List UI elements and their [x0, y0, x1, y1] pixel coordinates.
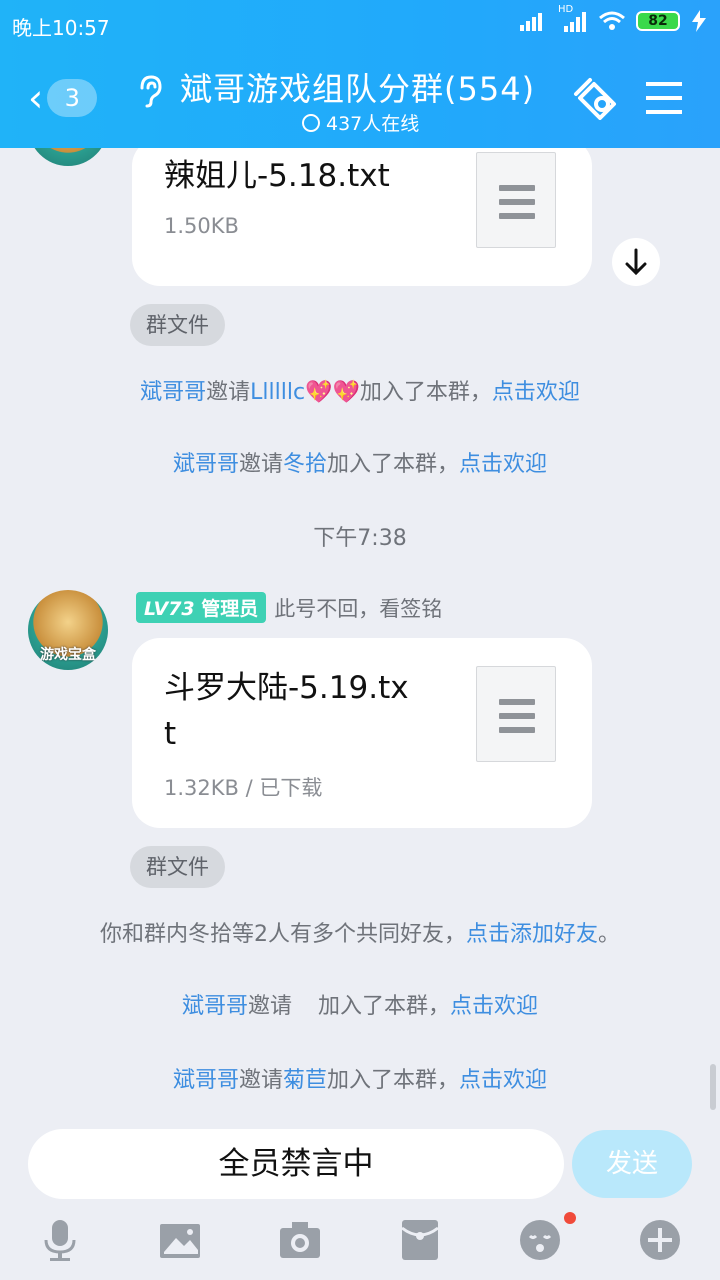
wifi-icon	[599, 11, 625, 30]
emoji-icon[interactable]	[518, 1218, 562, 1262]
input-bar: 全员禁言中 发送	[0, 1120, 720, 1210]
role-text: 管理员	[201, 598, 259, 620]
invitee-link[interactable]: Llllllc💖💖	[250, 380, 360, 405]
add-friend-link[interactable]: 点击添加好友	[466, 922, 598, 947]
back-button[interactable]: ‹ 3	[28, 74, 112, 122]
welcome-link[interactable]: 点击欢迎	[459, 1068, 547, 1093]
inviter-link[interactable]: 斌哥哥	[173, 1068, 239, 1093]
timestamp: 下午7:38	[313, 526, 407, 551]
download-button[interactable]	[612, 238, 660, 286]
microphone-icon[interactable]	[38, 1218, 82, 1262]
period: 。	[598, 922, 621, 947]
new-indicator-dot	[564, 1212, 576, 1224]
join-text: 加入了本群，	[327, 452, 460, 477]
invitee-link[interactable]: 菊苣	[283, 1068, 327, 1093]
welcome-link[interactable]: 点击欢迎	[459, 452, 547, 477]
file-message[interactable]: 辣姐儿-5.18.txt 1.50KB	[132, 148, 592, 286]
sender-info: LV73 管理员 此号不回，看签铭	[136, 592, 442, 623]
status-time: 晚上10:57	[12, 16, 110, 40]
inviter-link[interactable]: 斌哥哥	[140, 380, 206, 405]
inviter-link[interactable]: 斌哥哥	[182, 994, 248, 1019]
online-count: 437人在线	[302, 109, 419, 136]
system-message: 斌哥哥邀请冬拾加入了本群，点击欢迎	[0, 446, 720, 478]
system-message: 斌哥哥邀请 加入了本群，点击欢迎	[0, 988, 720, 1020]
online-count-text: 437人在线	[326, 113, 420, 135]
level-badge: LV73 管理员	[136, 592, 267, 623]
level-text: LV73	[144, 598, 195, 620]
hd-label: HD	[558, 4, 574, 15]
group-title[interactable]: 斌哥游戏组队分群(554)	[180, 64, 535, 110]
system-message: 你和群内冬拾等2人有多个共同好友，点击添加好友。	[0, 916, 720, 948]
sender-avatar[interactable]: 游戏宝盒	[28, 590, 108, 670]
verb: 邀请	[238, 452, 283, 477]
avatar[interactable]	[28, 148, 108, 166]
verb: 邀请	[238, 1068, 283, 1093]
invitee-link[interactable]	[292, 988, 318, 1020]
file-name-line-1: 斗罗大陆-5.19.tx	[164, 670, 409, 706]
file-message[interactable]: 斗罗大陆-5.19.tx t 1.32KB / 已下载	[132, 638, 592, 828]
group-file-tag[interactable]: 群文件	[130, 304, 225, 346]
join-text: 加入了本群，	[327, 1068, 460, 1093]
document-icon	[476, 152, 556, 248]
red-packet-icon[interactable]	[398, 1218, 442, 1262]
signal-hd-icon: HD	[558, 4, 588, 32]
title-bar: 晚上10:57 HD 82 ‹ 3 斌哥游戏组队分群(554) 437人在线	[0, 0, 720, 148]
scrollbar[interactable]	[710, 1064, 716, 1110]
verb: 邀请	[247, 994, 292, 1019]
mutual-friends-text: 你和群内冬拾等2人有多个共同好友，	[99, 922, 466, 947]
plus-icon[interactable]	[638, 1218, 682, 1262]
invitee-link[interactable]: 冬拾	[283, 452, 327, 477]
chevron-left-icon: ‹	[28, 76, 44, 120]
menu-icon[interactable]	[646, 80, 682, 116]
camera-icon[interactable]	[278, 1218, 322, 1262]
download-arrow-icon	[625, 248, 647, 276]
signal-icon	[520, 13, 542, 31]
avatar-caption: 游戏宝盒	[40, 647, 96, 663]
status-bar: 晚上10:57 HD 82	[12, 4, 708, 40]
verb: 邀请	[206, 380, 251, 405]
join-text: 加入了本群，	[318, 994, 451, 1019]
file-size-status: 1.32KB / 已下载	[164, 776, 323, 800]
system-message: 斌哥哥邀请菊苣加入了本群，点击欢迎	[0, 1062, 720, 1094]
online-icon	[302, 113, 320, 132]
battery-indicator: 82	[636, 11, 680, 31]
ear-icon[interactable]	[136, 74, 164, 108]
welcome-link[interactable]: 点击欢迎	[492, 380, 580, 405]
muted-input[interactable]: 全员禁言中	[28, 1129, 564, 1199]
message-list[interactable]: 辣姐儿-5.18.txt 1.50KB 群文件 斌哥哥邀请Llllllc💖💖加入…	[0, 148, 720, 1120]
input-toolbar	[0, 1210, 720, 1280]
document-icon	[476, 666, 556, 762]
join-text: 加入了本群，	[359, 380, 492, 405]
system-message: 斌哥哥邀请Llllllc💖💖加入了本群，点击欢迎	[0, 374, 720, 406]
send-button[interactable]: 发送	[572, 1130, 692, 1198]
inviter-link[interactable]: 斌哥哥	[173, 452, 239, 477]
unread-count-badge: 3	[47, 79, 98, 117]
group-file-tag[interactable]: 群文件	[130, 846, 225, 888]
image-icon[interactable]	[158, 1218, 202, 1262]
file-name-line-2: t	[164, 716, 177, 752]
group-link-icon[interactable]	[572, 76, 622, 120]
welcome-link[interactable]: 点击欢迎	[450, 994, 538, 1019]
file-name: 辣姐儿-5.18.txt	[164, 158, 390, 194]
charging-icon	[692, 10, 706, 32]
file-size: 1.50KB	[164, 214, 239, 238]
sender-name[interactable]: 此号不回，看签铭	[274, 593, 442, 623]
